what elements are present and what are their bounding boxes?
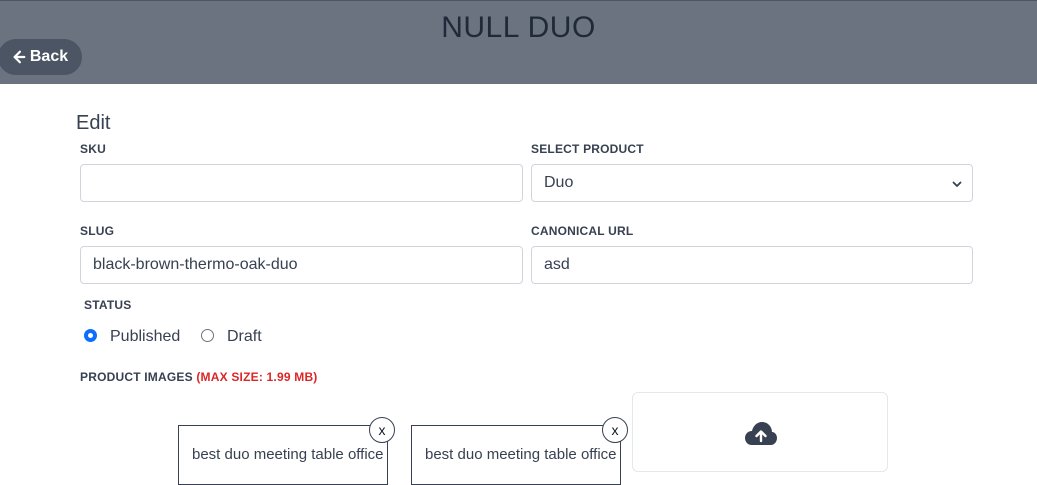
page-header: NULL DUO Back [0, 0, 1037, 84]
page-title: NULL DUO [441, 11, 596, 44]
arrow-left-icon [13, 50, 26, 64]
product-image-card: best duo meeting table office [178, 425, 388, 485]
draft-radio-label[interactable]: Draft [227, 328, 262, 346]
cloud-upload-icon [745, 422, 777, 445]
product-select[interactable]: Duo [531, 164, 973, 202]
product-select-value: Duo [544, 174, 574, 191]
status-label: STATUS [84, 298, 132, 312]
sku-input[interactable] [80, 164, 523, 202]
max-size-note: (MAX SIZE: 1.99 MB) [196, 370, 318, 384]
select-product-label: SELECT PRODUCT [531, 142, 644, 156]
published-radio[interactable] [84, 329, 97, 342]
canonical-url-input[interactable]: asd [531, 246, 973, 284]
slug-value: black-brown-thermo-oak-duo [93, 256, 298, 273]
product-images-label: PRODUCT IMAGES (MAX SIZE: 1.99 MB) [80, 370, 318, 384]
back-button[interactable]: Back [0, 39, 82, 75]
draft-radio[interactable] [201, 329, 214, 342]
product-image-alt: best duo meeting table office [425, 446, 617, 463]
product-image-card: best duo meeting table office [411, 425, 621, 485]
remove-image-button[interactable]: x [369, 417, 395, 443]
chevron-down-icon [952, 181, 962, 187]
back-button-label: Back [29, 48, 69, 65]
remove-image-button[interactable]: x [602, 417, 628, 443]
image-upload-dropzone[interactable] [632, 392, 888, 472]
canonical-url-label: CANONICAL URL [531, 224, 634, 238]
form-title: Edit [76, 112, 111, 134]
published-radio-label[interactable]: Published [110, 328, 180, 346]
sku-label: SKU [80, 142, 106, 156]
product-images-title: PRODUCT IMAGES [80, 370, 193, 384]
slug-input[interactable]: black-brown-thermo-oak-duo [80, 246, 523, 284]
product-image-alt: best duo meeting table office [192, 446, 384, 463]
slug-label: SLUG [80, 224, 115, 238]
canonical-url-value: asd [544, 256, 570, 273]
